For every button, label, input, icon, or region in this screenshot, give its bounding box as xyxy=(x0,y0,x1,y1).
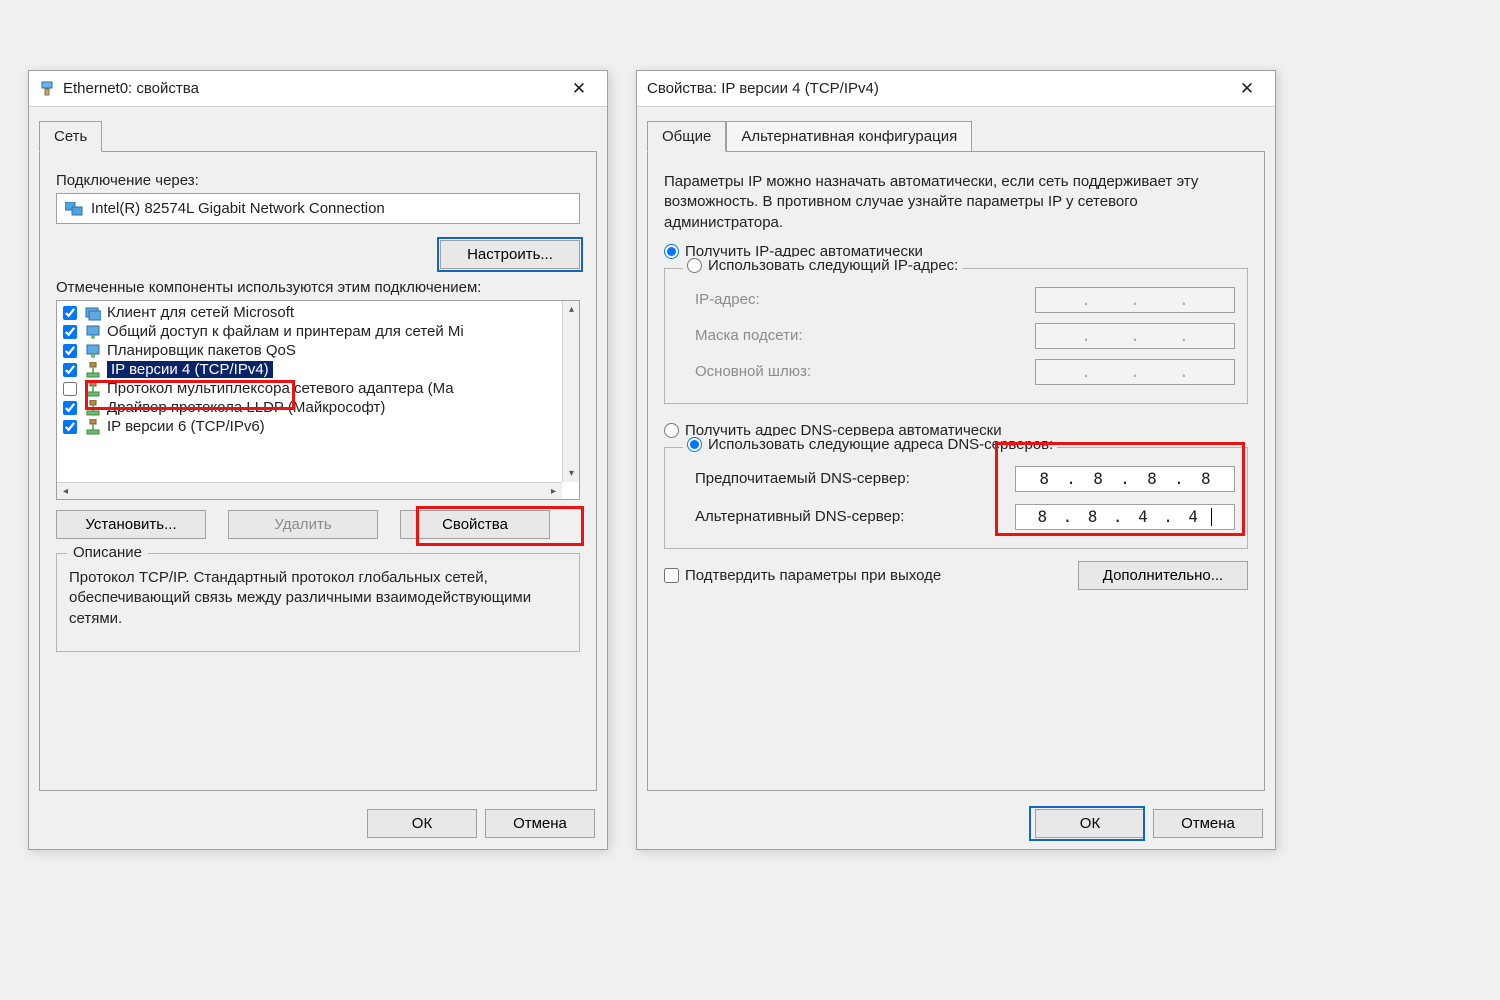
list-item[interactable]: Клиент для сетей Microsoft xyxy=(57,303,579,322)
list-item[interactable]: Общий доступ к файлам и принтерам для се… xyxy=(57,322,579,341)
dialog-buttons: ОК Отмена xyxy=(29,801,607,850)
advanced-button[interactable]: Дополнительно... xyxy=(1078,561,1248,590)
client-icon xyxy=(85,305,101,321)
radio-ip-manual-label: Использовать следующий IP-адрес: xyxy=(708,257,958,274)
list-item-label: Планировщик пакетов QoS xyxy=(107,342,296,359)
dns-manual-group: Использовать следующие адреса DNS-сервер… xyxy=(664,447,1248,549)
ip-label: IP-адрес: xyxy=(695,291,1035,308)
install-button[interactable]: Установить... xyxy=(56,510,206,539)
ip-input: ... xyxy=(1035,287,1235,313)
dialog-title: Свойства: IP версии 4 (TCP/IPv4) xyxy=(647,80,1225,97)
adapter-name: Intel(R) 82574L Gigabit Network Connecti… xyxy=(91,200,385,217)
ok-button[interactable]: ОК xyxy=(1035,809,1145,838)
list-item[interactable]: IP версии 6 (TCP/IPv6) xyxy=(57,417,579,436)
list-item-checkbox[interactable] xyxy=(63,401,77,415)
dialog-title: Ethernet0: свойства xyxy=(63,80,557,97)
scroll-up-icon[interactable]: ▴ xyxy=(563,301,580,318)
scroll-right-icon[interactable]: ▸ xyxy=(545,483,562,500)
protocol-icon xyxy=(85,362,101,378)
connect-label: Подключение через: xyxy=(56,172,580,189)
components-list[interactable]: Клиент для сетей Microsoft Общий доступ к… xyxy=(56,300,580,500)
scrollbar-horizontal[interactable]: ◂ ▸ xyxy=(57,482,562,499)
components-label: Отмеченные компоненты используются этим … xyxy=(56,279,580,296)
ethernet-properties-dialog: Ethernet0: свойства ✕ Сеть Подключение ч… xyxy=(28,70,608,850)
ipv4-properties-dialog: Свойства: IP версии 4 (TCP/IPv4) ✕ Общие… xyxy=(636,70,1276,850)
list-item-label: Драйвер протокола LLDP (Майкрософт) xyxy=(107,399,385,416)
validate-checkbox[interactable]: Подтвердить параметры при выходе xyxy=(664,567,941,584)
scroll-down-icon[interactable]: ▾ xyxy=(563,465,580,482)
close-button[interactable]: ✕ xyxy=(1225,74,1269,104)
ip-manual-group: Использовать следующий IP-адрес: IP-адре… xyxy=(664,268,1248,404)
tabstrip: Общие Альтернативная конфигурация xyxy=(637,107,1275,151)
list-item-label: Клиент для сетей Microsoft xyxy=(107,304,294,321)
cancel-button[interactable]: Отмена xyxy=(1153,809,1263,838)
close-button[interactable]: ✕ xyxy=(557,74,601,104)
cancel-button[interactable]: Отмена xyxy=(485,809,595,838)
protocol-icon xyxy=(85,419,101,435)
list-item-label: Протокол мультиплексора сетевого адаптер… xyxy=(107,380,454,397)
tab-body: Подключение через: Intel(R) 82574L Gigab… xyxy=(39,151,597,791)
mask-label: Маска подсети: xyxy=(695,327,1035,344)
list-item-label: IP версии 4 (TCP/IPv4) xyxy=(107,361,273,378)
adapter-icon xyxy=(65,202,83,216)
titlebar[interactable]: Свойства: IP версии 4 (TCP/IPv4) ✕ xyxy=(637,71,1275,107)
tab-body: Параметры IP можно назначать автоматичес… xyxy=(647,151,1265,791)
radio-ip-manual-input[interactable] xyxy=(687,258,702,273)
gateway-input: ... xyxy=(1035,359,1235,385)
list-item-checkbox[interactable] xyxy=(63,325,77,339)
dns1-label: Предпочитаемый DNS-сервер: xyxy=(695,470,1015,487)
list-item[interactable]: Планировщик пакетов QoS xyxy=(57,341,579,360)
list-item-checkbox[interactable] xyxy=(63,306,77,320)
validate-checkbox-label: Подтвердить параметры при выходе xyxy=(685,567,941,584)
list-item-label: Общий доступ к файлам и принтерам для се… xyxy=(107,323,464,340)
scroll-left-icon[interactable]: ◂ xyxy=(57,483,74,500)
dns2-label: Альтернативный DNS-сервер: xyxy=(695,508,1015,525)
gateway-label: Основной шлюз: xyxy=(695,363,1035,380)
list-item-checkbox[interactable] xyxy=(63,420,77,434)
list-item-label: IP версии 6 (TCP/IPv6) xyxy=(107,418,265,435)
radio-dns-manual-input[interactable] xyxy=(687,437,702,452)
list-item-checkbox[interactable] xyxy=(63,382,77,396)
mask-input: ... xyxy=(1035,323,1235,349)
component-buttons: Установить... Удалить Свойства xyxy=(56,500,580,539)
intro-text: Параметры IP можно назначать автоматичес… xyxy=(664,172,1248,233)
tabstrip: Сеть xyxy=(29,107,607,151)
list-item[interactable]: IP версии 4 (TCP/IPv4) xyxy=(57,360,579,379)
network-adapter-icon xyxy=(39,81,55,97)
radio-dns-manual-label: Использовать следующие адреса DNS-сервер… xyxy=(708,436,1053,453)
list-item-checkbox[interactable] xyxy=(63,344,77,358)
description-text: Протокол TCP/IP. Стандартный протокол гл… xyxy=(69,568,567,629)
list-item[interactable]: Драйвер протокола LLDP (Майкрософт) xyxy=(57,398,579,417)
service-icon xyxy=(85,343,101,359)
radio-dns-auto-input[interactable] xyxy=(664,423,679,438)
tab-network[interactable]: Сеть xyxy=(39,121,102,152)
service-icon xyxy=(85,324,101,340)
scrollbar-vertical[interactable]: ▴ ▾ xyxy=(562,301,579,482)
validate-checkbox-input[interactable] xyxy=(664,568,679,583)
tab-general[interactable]: Общие xyxy=(647,121,726,152)
radio-ip-auto-input[interactable] xyxy=(664,244,679,259)
adapter-box: Intel(R) 82574L Gigabit Network Connecti… xyxy=(56,193,580,224)
dns2-input[interactable]: 8 . 8 . 4 . 4 xyxy=(1015,504,1235,530)
tab-alt-config[interactable]: Альтернативная конфигурация xyxy=(726,121,972,152)
list-item[interactable]: Протокол мультиплексора сетевого адаптер… xyxy=(57,379,579,398)
list-item-checkbox[interactable] xyxy=(63,363,77,377)
dialog-buttons: ОК Отмена xyxy=(637,801,1275,850)
description-box: Описание Протокол TCP/IP. Стандартный пр… xyxy=(56,553,580,652)
dns1-input[interactable]: 8 . 8 . 8 . 8 xyxy=(1015,466,1235,492)
titlebar[interactable]: Ethernet0: свойства ✕ xyxy=(29,71,607,107)
protocol-icon xyxy=(85,381,101,397)
properties-button[interactable]: Свойства xyxy=(400,510,550,539)
protocol-icon xyxy=(85,400,101,416)
ok-button[interactable]: ОК xyxy=(367,809,477,838)
configure-button[interactable]: Настроить... xyxy=(440,240,580,269)
remove-button: Удалить xyxy=(228,510,378,539)
description-caption: Описание xyxy=(67,544,148,561)
